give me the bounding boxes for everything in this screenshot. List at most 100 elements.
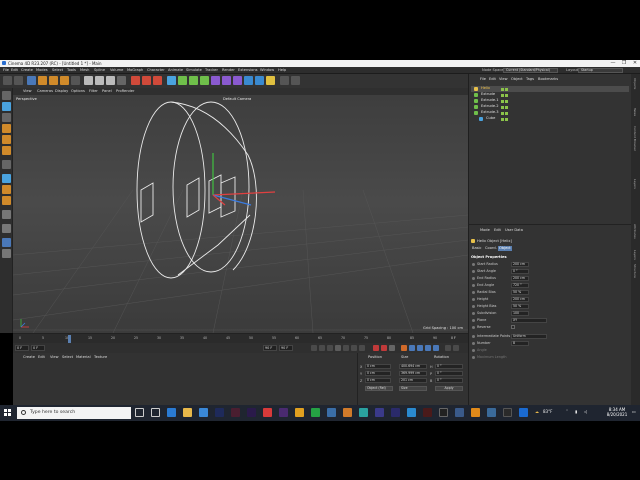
- rotation-b-field[interactable]: 0 °: [435, 378, 463, 383]
- subdivision-field[interactable]: 100: [511, 311, 529, 316]
- redo-icon[interactable]: [14, 76, 23, 85]
- rotation-p-field[interactable]: 0 °: [435, 371, 463, 376]
- attribute-manager[interactable]: Mode Edit User Data Helix Object [Helix]…: [468, 224, 631, 421]
- app-icon[interactable]: [279, 408, 288, 417]
- object-menu-bookmarks[interactable]: Bookmarks: [538, 77, 558, 81]
- intermediate-points-select[interactable]: Uniform: [511, 334, 547, 339]
- edge-icon[interactable]: [167, 408, 176, 417]
- next-frame-icon[interactable]: [343, 345, 349, 351]
- object-manager[interactable]: File Edit View Object Tags Bookmarks Hel…: [468, 74, 631, 224]
- light-icon[interactable]: [266, 76, 275, 85]
- menu-animate[interactable]: Animate: [168, 68, 183, 72]
- key-rotation-icon[interactable]: [409, 345, 415, 351]
- menu-tracker[interactable]: Tracker: [205, 68, 218, 72]
- go-to-end-icon[interactable]: [359, 345, 365, 351]
- menu-character[interactable]: Character: [147, 68, 165, 72]
- whatsapp-icon[interactable]: [311, 408, 320, 417]
- menu-mograph[interactable]: MoGraph: [127, 68, 143, 72]
- menu-modes[interactable]: Modes: [36, 68, 48, 72]
- animate-dot-icon[interactable]: [472, 335, 475, 338]
- next-key-icon[interactable]: [351, 345, 357, 351]
- object-menu-edit[interactable]: Edit: [489, 77, 496, 81]
- app-icon[interactable]: [375, 408, 384, 417]
- subdivision-surface-icon[interactable]: [189, 76, 198, 85]
- maximize-button[interactable]: ❐: [619, 60, 629, 67]
- vlc-icon[interactable]: [471, 408, 480, 417]
- key-param-icon[interactable]: [425, 345, 431, 351]
- visibility-flags[interactable]: [501, 99, 509, 103]
- visibility-flags[interactable]: [501, 105, 509, 109]
- viewport-menu-options[interactable]: Options: [71, 89, 85, 93]
- make-editable-icon[interactable]: [2, 91, 11, 100]
- apply-button[interactable]: Apply: [435, 386, 463, 391]
- menu-volume[interactable]: Volume: [110, 68, 123, 72]
- object-name[interactable]: Extrude.1: [481, 98, 498, 102]
- menu-select[interactable]: Select: [52, 68, 63, 72]
- size-x-field[interactable]: 400.694 cm: [399, 364, 427, 369]
- side-tab-attributes[interactable]: Attributes: [633, 224, 637, 239]
- workplane-icon[interactable]: [2, 210, 11, 219]
- plane-select[interactable]: XY: [511, 318, 547, 323]
- app-icon[interactable]: [407, 408, 416, 417]
- animate-dot-icon[interactable]: [472, 342, 475, 345]
- photoshop-icon[interactable]: [215, 408, 224, 417]
- illustrator-icon[interactable]: [423, 408, 432, 417]
- animate-dot-icon[interactable]: [472, 312, 475, 315]
- animate-dot-icon[interactable]: [472, 291, 475, 294]
- object-name[interactable]: Helix: [481, 86, 490, 90]
- number-field[interactable]: 8: [511, 341, 529, 346]
- app-icon[interactable]: [327, 408, 336, 417]
- object-row-cube[interactable]: Cube: [471, 116, 629, 122]
- attr-menu-mode[interactable]: Mode: [480, 228, 490, 232]
- close-button[interactable]: ✕: [630, 60, 640, 67]
- object-menu-tags[interactable]: Tags: [526, 77, 534, 81]
- autokey-icon[interactable]: [381, 345, 387, 351]
- attr-menu-edit[interactable]: Edit: [494, 228, 501, 232]
- object-name[interactable]: Extrude: [481, 92, 495, 96]
- visibility-flags[interactable]: [501, 87, 509, 91]
- viewport-solo-icon[interactable]: [2, 238, 11, 247]
- animate-dot-icon[interactable]: [472, 277, 475, 280]
- cortana-icon[interactable]: [135, 408, 144, 417]
- side-tab-layers-2[interactable]: Layers: [633, 250, 637, 260]
- material-menu-material[interactable]: Material: [76, 355, 91, 359]
- start-angle-field[interactable]: 0 °: [511, 269, 529, 274]
- soft-selection-icon[interactable]: [2, 249, 11, 258]
- minimize-button[interactable]: —: [608, 60, 618, 67]
- record-key-icon[interactable]: [373, 345, 379, 351]
- menu-tools[interactable]: Tools: [67, 68, 76, 72]
- points-mode-icon[interactable]: [2, 124, 11, 133]
- menu-file[interactable]: File: [3, 68, 9, 72]
- render-picture-viewer-icon[interactable]: [142, 76, 151, 85]
- preview-end-field[interactable]: 90 F: [263, 345, 277, 351]
- after-effects-icon[interactable]: [231, 408, 240, 417]
- app-icon[interactable]: [455, 408, 464, 417]
- side-tab-structure[interactable]: Structure: [633, 264, 637, 278]
- material-menu-edit[interactable]: Edit: [38, 355, 45, 359]
- texture-mode-icon[interactable]: [2, 113, 11, 122]
- file-explorer-icon[interactable]: [183, 408, 192, 417]
- app-icon[interactable]: [503, 408, 512, 417]
- menu-simulate[interactable]: Simulate: [186, 68, 202, 72]
- position-z-field[interactable]: 0 cm: [365, 378, 391, 383]
- coordinate-system-icon[interactable]: [117, 76, 126, 85]
- timeline-menu-icon[interactable]: [453, 345, 459, 351]
- key-position-icon[interactable]: [401, 345, 407, 351]
- keyframe-selection-icon[interactable]: [389, 345, 395, 351]
- task-view-icon[interactable]: [151, 408, 160, 417]
- side-tab-objects[interactable]: Objects: [633, 78, 637, 89]
- animate-dot-icon[interactable]: [472, 284, 475, 287]
- volume-icon[interactable]: ◁: [584, 409, 587, 414]
- z-axis-lock-icon[interactable]: [106, 76, 115, 85]
- windows-start-icon[interactable]: [4, 409, 11, 416]
- interpolation-icon[interactable]: [445, 345, 451, 351]
- bend-icon[interactable]: [211, 76, 220, 85]
- axis-mode-icon[interactable]: [2, 160, 11, 169]
- node-space-select[interactable]: Current (Standard/Physical): [503, 68, 558, 73]
- locked-workplane-icon[interactable]: [2, 224, 11, 233]
- floor-icon[interactable]: [244, 76, 253, 85]
- animate-dot-icon[interactable]: [472, 326, 475, 329]
- size-z-field[interactable]: 201 cm: [399, 378, 427, 383]
- visibility-flags[interactable]: [501, 111, 509, 115]
- key-scale-icon[interactable]: [417, 345, 423, 351]
